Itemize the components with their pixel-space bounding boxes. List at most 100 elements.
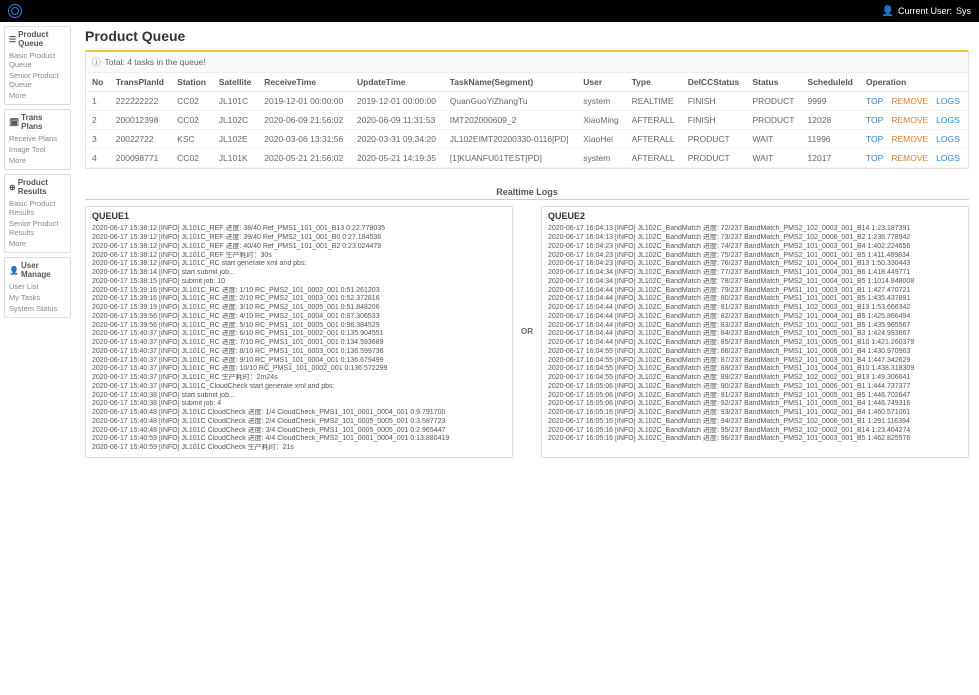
table-cell: 2019-12-01 00:00:00: [258, 92, 351, 111]
table-cell: JL101C: [213, 92, 258, 111]
sidebar-item-my-tasks[interactable]: My Tasks: [9, 292, 66, 303]
table-cell: 2020-03-06 13:31:56: [258, 130, 351, 149]
table-cell: WAIT: [746, 149, 801, 168]
log-line: 2020-06-17 15:40:59 [INFO] JL101C CloudC…: [92, 435, 506, 444]
topbar: 👤 Current User: Sys: [0, 0, 979, 22]
log-line: 2020-06-17 16:05:16 [INFO] JL102C_BandMa…: [548, 435, 962, 444]
log-line: 2020-06-17 15:40:48 [INFO] JL101C CloudC…: [92, 418, 506, 427]
log-line: 2020-06-17 15:39:56 [INFO] JL101C_RC 进度:…: [92, 322, 506, 331]
table-cell: PRODUCT: [682, 149, 747, 168]
topbar-user[interactable]: 👤 Current User: Sys: [882, 6, 971, 17]
sidebar-title-product-results[interactable]: ⊕Product Results: [9, 178, 66, 196]
sidebar-item-more[interactable]: More: [9, 155, 66, 166]
sidebar-title-trans-plans[interactable]: 🗓Trans Plans: [9, 113, 66, 131]
top-button[interactable]: TOP: [866, 115, 883, 125]
table-cell: 4: [86, 149, 110, 168]
remove-button[interactable]: REMOVE: [891, 153, 928, 163]
table-header: DelCCStatus: [682, 73, 747, 92]
table-header: Station: [171, 73, 213, 92]
log-line: 2020-06-17 16:04:34 [INFO] JL102C_BandMa…: [548, 278, 962, 287]
table-cell: FINISH: [682, 92, 747, 111]
log-line: 2020-06-17 16:04:23 [INFO] JL102C_BandMa…: [548, 243, 962, 252]
log-line: 2020-06-17 16:04:23 [INFO] JL102C_BandMa…: [548, 260, 962, 269]
logs-section: Realtime Logs QUEUE1 2020-06-17 15:38:12…: [85, 187, 969, 458]
table-cell: AFTERALL: [626, 111, 682, 130]
table-cell: FINISH: [682, 111, 747, 130]
queue-summary: ⓘ Total: 4 tasks in the queue!: [86, 52, 968, 73]
log-line: 2020-06-17 15:40:48 [INFO] JL101C CloudC…: [92, 427, 506, 436]
log-line: 2020-06-17 16:04:44 [INFO] JL102C_BandMa…: [548, 287, 962, 296]
table-header: UpdateTime: [351, 73, 444, 92]
log-line: 2020-06-17 15:40:37 [INFO] JL101C_RC 进度:…: [92, 339, 506, 348]
log-line: 2020-06-17 16:04:44 [INFO] JL102C_BandMa…: [548, 330, 962, 339]
table-header: TransPlanId: [110, 73, 171, 92]
log-line: 2020-06-17 15:40:37 [INFO] JL101C_RC 进度:…: [92, 365, 506, 374]
sidebar-item-basic-queue[interactable]: Basic Product Queue: [9, 50, 66, 70]
table-cell-ops: TOP REMOVE LOGS: [860, 92, 968, 111]
top-button[interactable]: TOP: [866, 96, 883, 106]
sidebar-title-product-queue[interactable]: ☰Product Queue: [9, 30, 66, 48]
content: Product Queue ⓘ Total: 4 tasks in the qu…: [75, 22, 979, 464]
table-header: User: [577, 73, 625, 92]
log-line: 2020-06-17 15:40:48 [INFO] JL101C CloudC…: [92, 409, 506, 418]
logs-button[interactable]: LOGS: [936, 134, 960, 144]
logs-button[interactable]: LOGS: [936, 115, 960, 125]
top-button[interactable]: TOP: [866, 134, 883, 144]
logs-button[interactable]: LOGS: [936, 96, 960, 106]
table-cell: WAIT: [746, 130, 801, 149]
table-header: Operation: [860, 73, 968, 92]
table-header: No: [86, 73, 110, 92]
logs-button[interactable]: LOGS: [936, 153, 960, 163]
sidebar-item-senior-results[interactable]: Senior Product Results: [9, 218, 66, 238]
queue-total-text: Total: 4 tasks in the queue!: [105, 57, 206, 67]
table-header: Status: [746, 73, 801, 92]
table-cell: JL102E: [213, 130, 258, 149]
queue2-title: QUEUE2: [548, 211, 962, 222]
page-title: Product Queue: [85, 28, 969, 44]
table-cell: REALTIME: [626, 92, 682, 111]
table-cell: 11996: [802, 130, 860, 149]
table-header: Satellite: [213, 73, 258, 92]
sidebar-item-more[interactable]: More: [9, 90, 66, 101]
table-cell: KSC: [171, 130, 213, 149]
table-cell: 200012398: [110, 111, 171, 130]
sidebar-item-receive-plans[interactable]: Receive Plans: [9, 133, 66, 144]
remove-button[interactable]: REMOVE: [891, 134, 928, 144]
queue2-log: QUEUE2 2020-06-17 16:04:13 [INFO] JL102C…: [541, 206, 969, 458]
log-line: 2020-06-17 16:04:55 [INFO] JL102C_BandMa…: [548, 357, 962, 366]
table-cell: PRODUCT: [682, 130, 747, 149]
logs-separator: OR: [517, 206, 537, 458]
table-cell: 222222222: [110, 92, 171, 111]
log-line: 2020-06-17 15:40:37 [INFO] JL101C_CloudC…: [92, 383, 506, 392]
table-cell: JL102EIMT20200330-0116[PD]: [444, 130, 578, 149]
queue-table: NoTransPlanIdStationSatelliteReceiveTime…: [86, 73, 968, 168]
log-line: 2020-06-17 15:38:14 [INFO] start submit …: [92, 269, 506, 278]
topbar-left: [8, 4, 22, 18]
sidebar-item-image-tool[interactable]: Image Tool: [9, 144, 66, 155]
log-line: 2020-06-17 15:38:15 [INFO] submit job: 1…: [92, 278, 506, 287]
sidebar-title-user-manage[interactable]: 👤User Manage: [9, 261, 66, 279]
remove-button[interactable]: REMOVE: [891, 96, 928, 106]
log-line: 2020-06-17 15:38:12 [INFO] JL101C_REF 进度…: [92, 225, 506, 234]
user-icon: 👤: [882, 6, 894, 17]
remove-button[interactable]: REMOVE: [891, 115, 928, 125]
queue-card: ⓘ Total: 4 tasks in the queue! NoTransPl…: [85, 50, 969, 169]
top-button[interactable]: TOP: [866, 153, 883, 163]
table-cell: 12017: [802, 149, 860, 168]
table-header: TaskName(Segment): [444, 73, 578, 92]
current-user-name: Sys: [956, 6, 971, 16]
log-line: 2020-06-17 15:40:37 [INFO] JL101C_RC 进度:…: [92, 357, 506, 366]
table-row: 2200012398CC02JL102C2020-06-09 21:56:022…: [86, 111, 968, 130]
log-line: 2020-06-17 16:04:13 [INFO] JL102C_BandMa…: [548, 234, 962, 243]
log-line: 2020-06-17 15:40:59 [INFO] JL101C CloudC…: [92, 444, 506, 453]
sidebar-item-basic-results[interactable]: Basic Product Results: [9, 198, 66, 218]
log-line: 2020-06-17 15:40:37 [INFO] JL101C_RC 进度:…: [92, 348, 506, 357]
sidebar-group-trans-plans: 🗓Trans Plans Receive Plans Image Tool Mo…: [4, 109, 71, 170]
sidebar-item-senior-queue[interactable]: Senior Product Queue: [9, 70, 66, 90]
sidebar-item-system-status[interactable]: System Status: [9, 303, 66, 314]
queue1-title: QUEUE1: [92, 211, 506, 222]
table-cell: 2020-06-09 21:56:02: [258, 111, 351, 130]
log-line: 2020-06-17 16:05:06 [INFO] JL102C_BandMa…: [548, 400, 962, 409]
sidebar-item-more[interactable]: More: [9, 238, 66, 249]
sidebar-item-user-list[interactable]: User List: [9, 281, 66, 292]
